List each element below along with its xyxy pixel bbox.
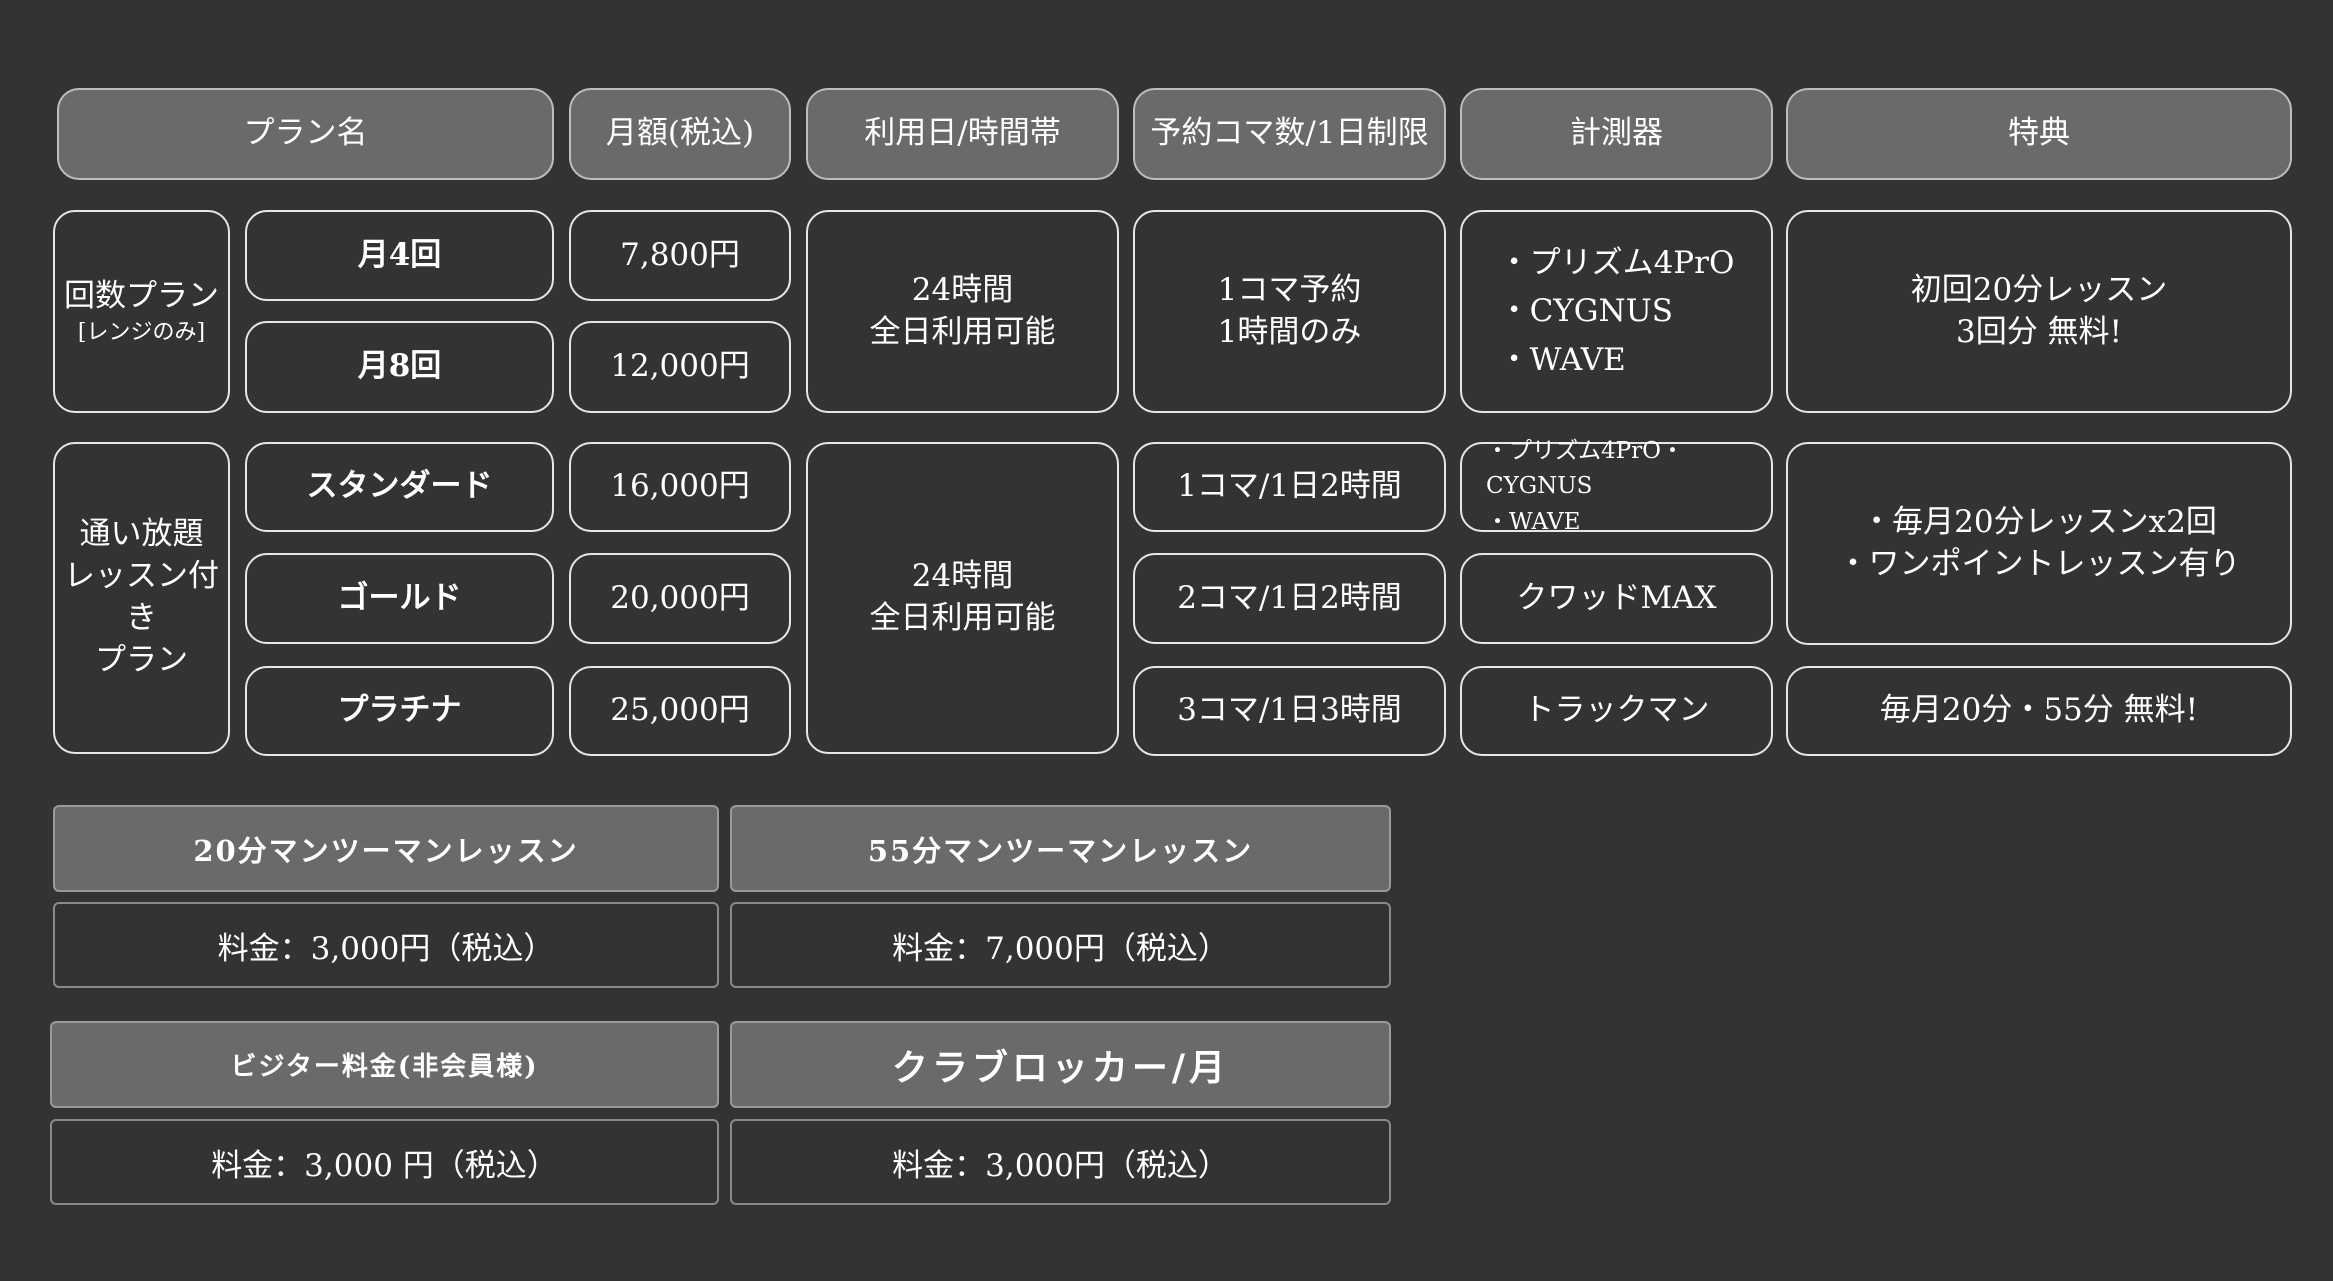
lesson20-price-text: 料金：3,000円（税込）: [217, 930, 555, 967]
count-reserve: 1コマ予約 1時間のみ: [1133, 210, 1446, 413]
price-platinum: 25,000円: [569, 666, 791, 756]
visitor-title: ビジター料金(非会員様): [50, 1021, 719, 1108]
header-monthly-text: 月額(税込): [605, 115, 755, 152]
header-usage-text: 利用日/時間帯: [864, 115, 1061, 152]
reserve-standard-text: 1コマ/1日2時間: [1177, 468, 1402, 505]
lesson55-title-text: 55分マンツーマンレッスン: [867, 833, 1254, 868]
unlimited-plan-group: 通い放題 レッスン付き プラン: [53, 442, 230, 754]
lesson20-title-text: 20分マンツーマンレッスン: [193, 833, 579, 868]
price-8times: 12,000円: [569, 321, 791, 413]
header-device: 計測器: [1460, 88, 1773, 180]
count-perk-line1: 初回20分レッスン: [1910, 271, 2168, 308]
platinum-perk-text: 毎月20分・55分 無料!: [1879, 692, 2199, 729]
count-perk-line2: 3回分 無料!: [1955, 313, 2123, 350]
lesson20-title: 20分マンツーマンレッスン: [53, 805, 719, 892]
plan-name-standard-text: スタンダード: [306, 468, 493, 505]
unlimited-label-line1: 通い放題: [79, 516, 204, 553]
price-gold-text: 20,000円: [610, 579, 750, 616]
header-monthly: 月額(税込): [569, 88, 791, 180]
header-usage: 利用日/時間帯: [806, 88, 1119, 180]
locker-title: クラブロッカー/月: [730, 1021, 1391, 1108]
count-usage-line2: 全日利用可能: [869, 313, 1056, 350]
visitor-price-text: 料金：3,000 円（税込）: [211, 1147, 558, 1184]
visitor-price: 料金：3,000 円（税込）: [50, 1119, 719, 1205]
plan-name-4times: 月4回: [245, 210, 554, 301]
platinum-perk: 毎月20分・55分 無料!: [1786, 666, 2292, 756]
header-plan-name-text: プラン名: [243, 115, 368, 152]
reserve-gold-text: 2コマ/1日2時間: [1177, 579, 1402, 616]
count-devices: ・プリズム4PrO ・CYGNUS ・WAVE: [1460, 210, 1773, 413]
device-platinum: トラックマン: [1460, 666, 1773, 756]
reserve-platinum: 3コマ/1日3時間: [1133, 666, 1446, 756]
lesson55-price-text: 料金：7,000円（税込）: [892, 930, 1229, 967]
price-standard: 16,000円: [569, 442, 791, 532]
unlimited-label-line3: プラン: [95, 641, 188, 678]
shared-perk-line2: ・ワンポイントレッスン有り: [1837, 545, 2241, 582]
lesson20-price: 料金：3,000円（税込）: [53, 902, 719, 988]
plan-name-4times-text: 月4回: [357, 236, 442, 273]
count-reserve-line1: 1コマ予約: [1217, 271, 1362, 308]
count-reserve-line2: 1時間のみ: [1217, 313, 1362, 350]
reserve-platinum-text: 3コマ/1日3時間: [1177, 692, 1402, 729]
unlimited-shared-perk: ・毎月20分レッスンx2回 ・ワンポイントレッスン有り: [1786, 442, 2292, 645]
price-4times: 7,800円: [569, 210, 791, 301]
count-plan-group: 回数プラン [レンジのみ]: [53, 210, 230, 413]
plan-name-gold: ゴールド: [245, 553, 554, 644]
count-usage: 24時間 全日利用可能: [806, 210, 1119, 413]
device-gold: クワッドMAX: [1460, 553, 1773, 644]
reserve-standard: 1コマ/1日2時間: [1133, 442, 1446, 532]
device-platinum-text: トラックマン: [1523, 692, 1710, 729]
header-reserve: 予約コマ数/1日制限: [1133, 88, 1446, 180]
count-usage-line1: 24時間: [911, 271, 1014, 308]
device-standard: ・プリズム4PrO・CYGNUS ・WAVE: [1460, 438, 1773, 535]
device-prism: ・プリズム4PrO: [1498, 245, 1735, 282]
plan-name-8times: 月8回: [245, 321, 554, 413]
lesson55-price: 料金：7,000円（税込）: [730, 902, 1391, 988]
plan-name-gold-text: ゴールド: [337, 579, 462, 616]
shared-perk-line1: ・毎月20分レッスンx2回: [1861, 503, 2217, 540]
count-plan-sublabel: [レンジのみ]: [77, 319, 206, 345]
device-cygnus: ・CYGNUS: [1498, 293, 1674, 330]
visitor-title-text: ビジター料金(非会員様): [230, 1052, 539, 1082]
header-plan-name: プラン名: [57, 88, 554, 180]
unlimited-label-line2: レッスン付き: [64, 558, 219, 636]
device-standard-line1: ・プリズム4PrO・CYGNUS: [1486, 437, 1684, 500]
plan-name-platinum: プラチナ: [245, 666, 554, 756]
price-platinum-text: 25,000円: [610, 692, 750, 729]
plan-name-platinum-text: プラチナ: [337, 692, 462, 729]
device-standard-line2: ・WAVE: [1486, 508, 1581, 535]
header-reserve-text: 予約コマ数/1日制限: [1150, 115, 1429, 152]
plan-name-standard: スタンダード: [245, 442, 554, 532]
price-standard-text: 16,000円: [610, 468, 750, 505]
header-device-text: 計測器: [1570, 115, 1663, 152]
lesson55-title: 55分マンツーマンレッスン: [730, 805, 1391, 892]
unlimited-usage: 24時間 全日利用可能: [806, 442, 1119, 754]
price-gold: 20,000円: [569, 553, 791, 644]
count-perk: 初回20分レッスン 3回分 無料!: [1786, 210, 2292, 413]
header-perk: 特典: [1786, 88, 2292, 180]
header-perk-text: 特典: [2008, 115, 2070, 152]
device-gold-text: クワッドMAX: [1516, 579, 1717, 616]
device-wave: ・WAVE: [1498, 341, 1626, 378]
price-4times-text: 7,800円: [620, 236, 740, 273]
reserve-gold: 2コマ/1日2時間: [1133, 553, 1446, 644]
unlimited-usage-line2: 全日利用可能: [869, 600, 1056, 636]
locker-title-text: クラブロッカー/月: [891, 1046, 1230, 1089]
locker-price-text: 料金：3,000円（税込）: [892, 1147, 1229, 1184]
unlimited-usage-line1: 24時間: [911, 558, 1014, 595]
count-plan-label: 回数プラン: [64, 277, 219, 314]
locker-price: 料金：3,000円（税込）: [730, 1119, 1391, 1205]
price-8times-text: 12,000円: [610, 348, 750, 385]
plan-name-8times-text: 月8回: [357, 348, 442, 385]
